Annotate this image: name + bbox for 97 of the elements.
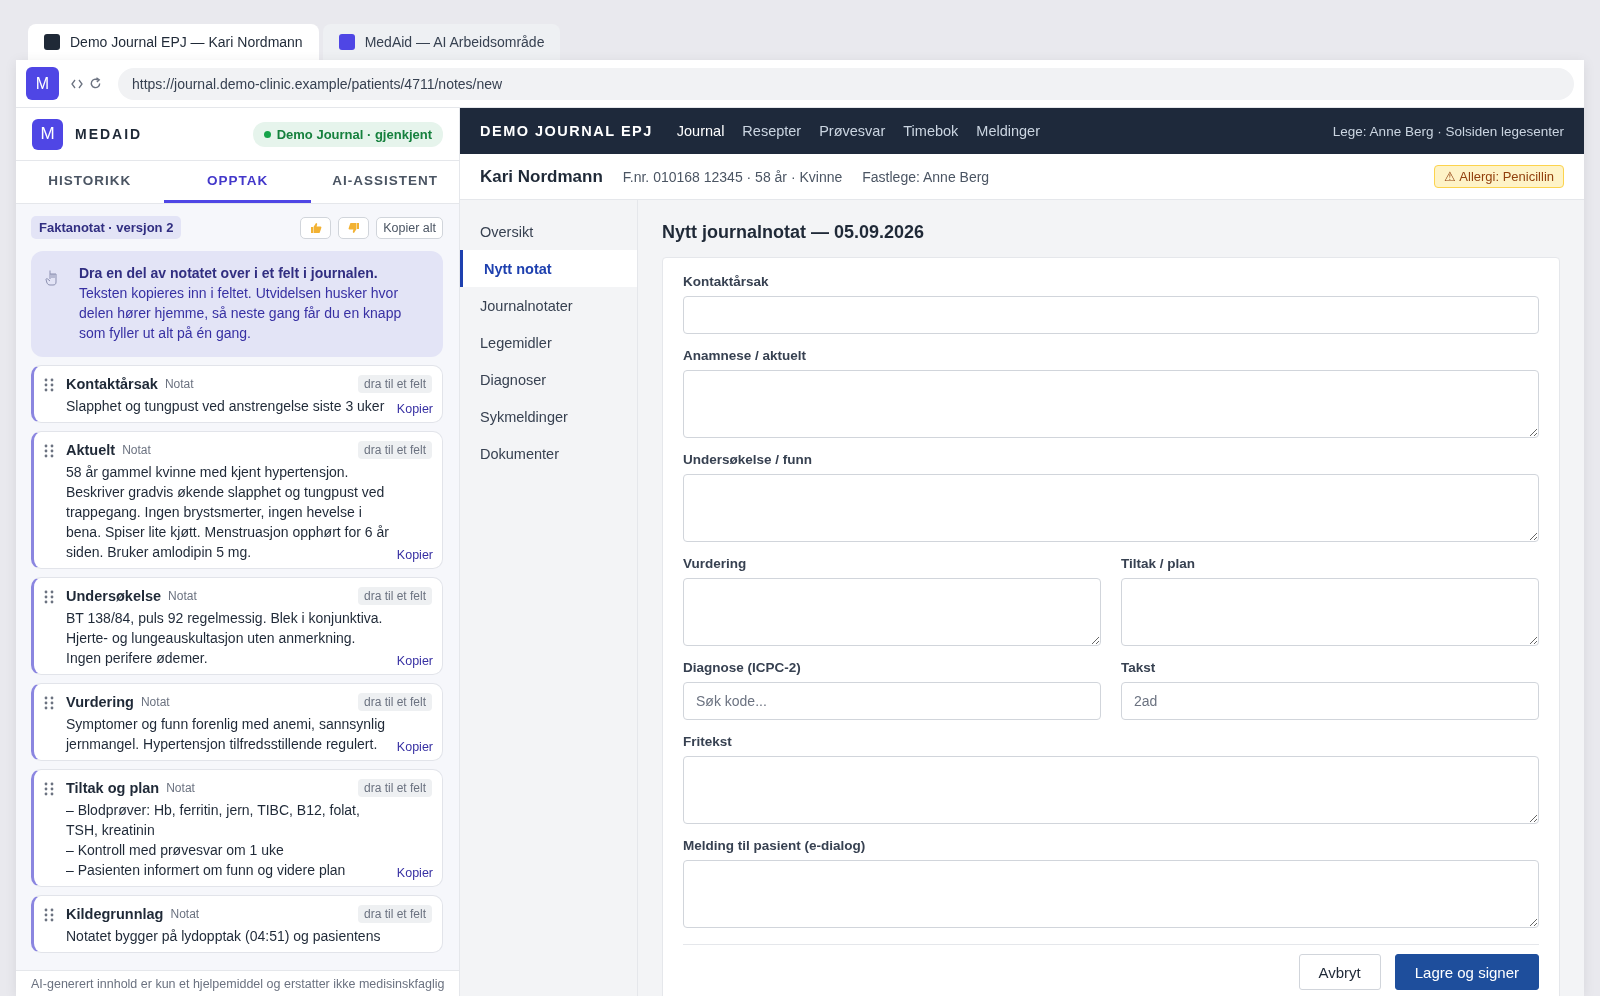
nav-link[interactable]: Meldinger bbox=[976, 123, 1040, 139]
cancel-button[interactable]: Avbryt bbox=[1298, 954, 1381, 990]
allergy-badge: ⚠ Allergi: Penicillin bbox=[1434, 165, 1564, 188]
note-text: Notatet bygger på lydopptak (04:51) og pasientens bbox=[66, 927, 382, 946]
copy-all-button[interactable]: Kopier alt bbox=[376, 216, 443, 239]
note-card[interactable]: Kontaktårsak Notat dra til et felt Slapphet og tungpust ved anstrengelse siste 3 uker Kopier bbox=[31, 365, 443, 423]
field-label: Anamnese / aktuelt bbox=[683, 348, 808, 363]
copy-link[interactable]: Kopier bbox=[396, 548, 433, 562]
note-title: Kildegrunnlag bbox=[66, 906, 164, 922]
note-text: – Kontroll med prøvesvar om 1 uke bbox=[66, 841, 285, 860]
note-card[interactable] bbox=[31, 431, 443, 569]
sidebar-item[interactable]: Nytt notat bbox=[460, 250, 637, 287]
browser-tab[interactable]: Demo Journal EPJ — Kari Nordmann bbox=[28, 24, 319, 60]
drag-hint: dra til et felt bbox=[357, 779, 432, 797]
field-label: Kontaktårsak bbox=[683, 274, 770, 289]
extension-button[interactable]: M bbox=[26, 67, 59, 100]
panel-tab[interactable]: HISTORIKK bbox=[16, 161, 164, 203]
sidebar-item[interactable]: Dokumenter bbox=[460, 435, 637, 472]
copy-link[interactable]: Kopier bbox=[396, 740, 433, 754]
copy-link[interactable]: Kopier bbox=[396, 866, 433, 880]
note-text: – Blodprøver: Hb, ferritin, jern, TIBC, B12, folat, TSH, kreatinin bbox=[66, 801, 361, 840]
panel-tab[interactable]: AI-ASSISTENT bbox=[311, 161, 459, 203]
drag-hint: dra til et felt bbox=[357, 375, 432, 393]
note-text: 58 år gammel kvinne med kjent hypertensjon. Beskriver gradvis økende slapphet og tungpust ved trappegang. Ingen brystsmerter, ingen hevelse i bena. Spiser lite kjøtt. Menstruasjon opphørt for 6 år siden. Bruker amlodipin 5 mg. bbox=[66, 463, 390, 562]
sidebar-item[interactable]: Oversikt bbox=[460, 213, 637, 250]
note-tag: Notat bbox=[170, 907, 200, 921]
note-tag: Notat bbox=[122, 443, 151, 457]
form-title: Nytt journalnotat — 05.09.2026 bbox=[662, 222, 926, 243]
url-field[interactable]: https://journal.demo-clinic.example/patients/4711/notes/new bbox=[118, 67, 1574, 100]
note-title: Aktuelt bbox=[66, 442, 116, 458]
logo-icon: M bbox=[32, 118, 63, 150]
note-tag: Notat bbox=[166, 781, 195, 795]
browser-tab[interactable]: MedAid — AI Arbeidsområde bbox=[322, 24, 561, 60]
app-brand: DEMO JOURNAL EPJ bbox=[480, 123, 653, 139]
field-label: Vurdering bbox=[683, 556, 748, 571]
note-tag: Notat bbox=[164, 377, 194, 391]
note-text: – Pasienten informert om funn og videre plan bbox=[66, 861, 347, 880]
note-text: BT 138/84, puls 92 regelmessig. Blek i konjunktiva. Hjerte- og lungeauskultasjon uten anmerkning. Ingen perifere ødemer. bbox=[66, 609, 384, 668]
patient-name: Kari Nordmann bbox=[480, 166, 603, 187]
drag-hint: dra til et felt bbox=[357, 693, 432, 711]
drag-handle-icon[interactable] bbox=[44, 782, 54, 796]
drag-handle-icon[interactable] bbox=[44, 590, 54, 604]
thumbs-down-button[interactable] bbox=[338, 216, 370, 239]
field-label: Melding til pasient (e-dialog) bbox=[683, 838, 867, 853]
note-text: Slapphet og tungpust ved anstrengelse siste 3 uker bbox=[66, 397, 386, 416]
sidebar-item[interactable]: Sykmeldinger bbox=[460, 398, 637, 435]
note-card[interactable]: Undersøkelse Notat dra til et felt BT 138/84, puls 92 regelmessig. Blek i konjunktiva. Hjerte- og lungeauskultasjon uten anmerkning. Ingen perifere ødemer. Kopier bbox=[31, 577, 443, 675]
sidebar-item[interactable]: Diagnoser bbox=[460, 361, 637, 398]
input-field[interactable] bbox=[683, 296, 1539, 334]
note-title: Undersøkelse bbox=[66, 588, 162, 604]
copy-link[interactable]: Kopier bbox=[396, 402, 433, 416]
status-badge: Demo Journal · gjenkjent bbox=[252, 121, 443, 147]
nav-link[interactable]: Journal bbox=[676, 123, 725, 139]
disclaimer-text: AI-generert innhold er kun et hjelpemiddel og erstatter ikke medisinskfaglig bbox=[16, 970, 459, 996]
sidebar-item[interactable]: Legemidler bbox=[460, 324, 637, 361]
note-title: Kontaktårsak bbox=[66, 376, 158, 392]
drag-hint: dra til et felt bbox=[357, 905, 432, 923]
field-label: Diagnose (ICPC-2) bbox=[683, 660, 802, 675]
version-badge: Faktanotat · versjon 2 bbox=[31, 216, 182, 239]
copy-link[interactable]: Kopier bbox=[396, 654, 433, 668]
field-label: Takst bbox=[1121, 660, 1157, 675]
note-title: Tiltak og plan bbox=[66, 780, 160, 796]
gp-info: Fastlege: Anne Berg bbox=[862, 168, 990, 185]
drag-hint: dra til et felt bbox=[357, 441, 432, 459]
thumbs-down-icon bbox=[347, 221, 360, 234]
thumbs-up-icon bbox=[309, 221, 322, 234]
note-text: Symptomer og funn forenlig med anemi, sannsynlig jernmangel. Hypertensjon tilfredsstillende regulert. bbox=[66, 715, 387, 754]
patient-info: F.nr. 010168 12345 · 58 år · Kvinne bbox=[622, 168, 843, 185]
hint-text: Dra en del av notatet over i et felt i journalen. Teksten kopieres inn i feltet. Utvidelsen husker hvor delen hører hjemme, så neste gang får du en knapp som fyller ut alt på én gang. bbox=[79, 264, 403, 343]
nav-link[interactable]: Resepter bbox=[742, 123, 802, 139]
save-sign-button[interactable]: Lagre og signer bbox=[1394, 954, 1539, 990]
note-tag: Notat bbox=[168, 589, 197, 603]
input-field[interactable]: 2ad bbox=[1121, 682, 1539, 720]
drag-handle-icon[interactable] bbox=[44, 378, 54, 392]
note-card[interactable]: Vurdering Notat dra til et felt Symptomer og funn forenlig med anemi, sannsynlig jernmangel. Hypertensjon tilfredsstillende regulert. Kopier bbox=[31, 683, 443, 761]
field-label: Undersøkelse / funn bbox=[683, 452, 814, 467]
input-field[interactable]: Søk kode... bbox=[683, 682, 1101, 720]
drag-hint: dra til et felt bbox=[357, 587, 432, 605]
nav-link[interactable]: Timebok bbox=[903, 123, 959, 139]
panel-tab[interactable]: OPPTAK bbox=[163, 161, 312, 203]
reload-icon[interactable] bbox=[89, 77, 102, 90]
hand-pointer-icon bbox=[45, 269, 59, 287]
note-card[interactable]: Kildegrunnlag Notat dra til et felt Notatet bygger på lydopptak (04:51) og pasientens bbox=[31, 895, 443, 953]
drag-handle-icon[interactable] bbox=[44, 908, 54, 922]
note-card[interactable]: Tiltak og plan Notat dra til et felt – Blodprøver: Hb, ferritin, jern, TIBC, B12, folat, TSH, kreatinin – Kontroll med prøvesvar om 1 uke – Pasienten informert om funn og videre plan Kopier bbox=[31, 769, 443, 887]
thumbs-up-button[interactable] bbox=[300, 216, 332, 239]
nav-link[interactable]: Prøvesvar bbox=[819, 123, 886, 139]
drag-handle-icon[interactable] bbox=[44, 444, 54, 458]
drag-handle-icon[interactable] bbox=[44, 696, 54, 710]
app-name: MEDAID bbox=[75, 126, 144, 142]
field-label: Tiltak / plan bbox=[1121, 556, 1197, 571]
note-title: Vurdering bbox=[66, 694, 134, 710]
user-info: Lege: Anne Berg · Solsiden legesenter bbox=[1332, 123, 1564, 139]
field-label: Fritekst bbox=[683, 734, 733, 749]
sidebar-item[interactable]: Journalnotater bbox=[460, 287, 637, 324]
back-forward-icon[interactable] bbox=[71, 78, 83, 89]
note-tag: Notat bbox=[140, 695, 170, 709]
